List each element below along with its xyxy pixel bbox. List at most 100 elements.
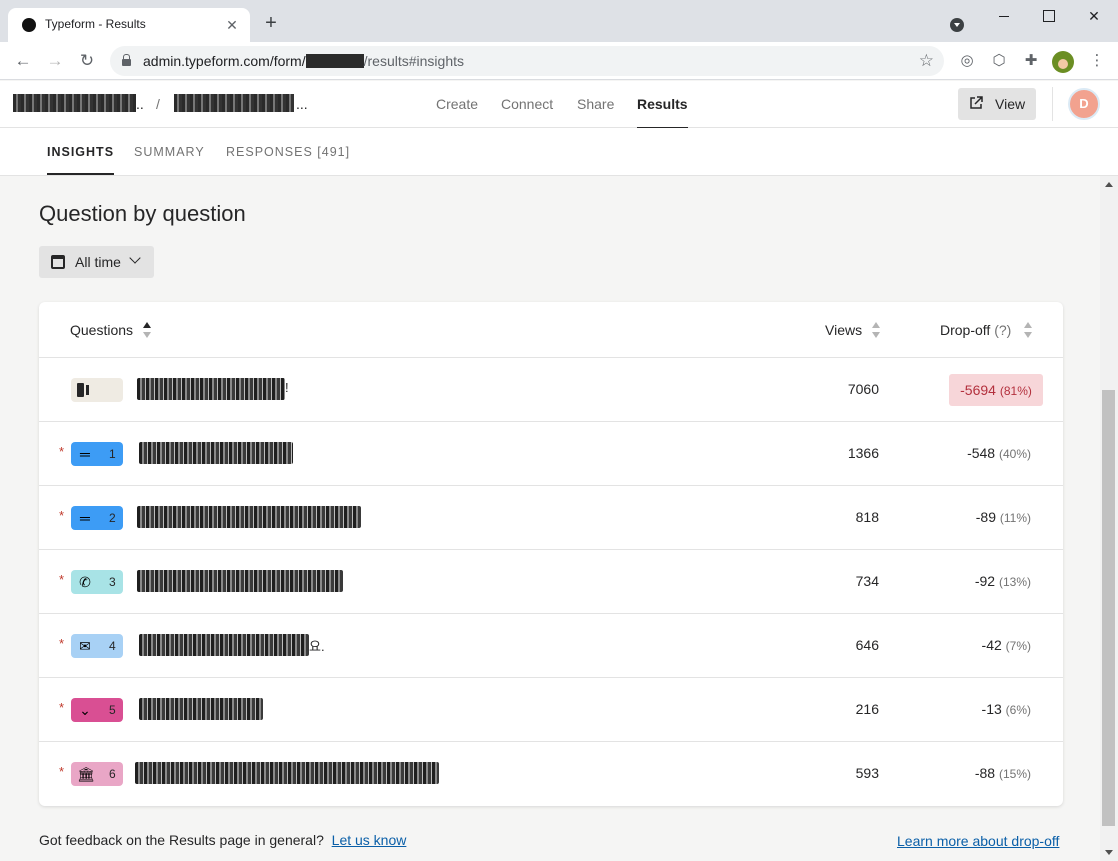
url-text: admin.typeform.com/form//results#insight… bbox=[143, 53, 464, 69]
scroll-up-arrow-icon[interactable] bbox=[1105, 182, 1113, 187]
question-text-redacted bbox=[139, 442, 293, 464]
required-marker: * bbox=[59, 444, 65, 459]
table-row[interactable]: * ═ 1 1366 -548 (40%) bbox=[39, 421, 1063, 485]
required-marker: * bbox=[59, 508, 65, 523]
page-scrollbar[interactable] bbox=[1100, 176, 1118, 861]
extensions-puzzle-icon[interactable]: ✚ bbox=[1020, 50, 1042, 72]
views-value: 593 bbox=[855, 765, 879, 781]
table-row[interactable]: * ⌄ 5 216 -13 (6%) bbox=[39, 677, 1063, 741]
short-text-icon: ═ bbox=[80, 446, 90, 462]
feedback-prompt: Got feedback on the Results page in gene… bbox=[39, 832, 324, 848]
question-number: 4 bbox=[109, 639, 116, 653]
scrollbar-thumb[interactable] bbox=[1102, 390, 1115, 826]
col-header-views[interactable]: Views bbox=[825, 322, 862, 338]
email-icon: ✉ bbox=[79, 638, 91, 654]
minimize-window-icon[interactable] bbox=[992, 6, 1016, 26]
question-type-badge: ⌄ 5 bbox=[71, 698, 123, 722]
question-text-redacted bbox=[137, 378, 285, 400]
views-value: 818 bbox=[855, 509, 879, 525]
date-filter-label: All time bbox=[75, 254, 121, 270]
browser-profile-avatar[interactable] bbox=[1052, 51, 1074, 73]
sort-dropoff-icon[interactable] bbox=[1023, 322, 1033, 340]
required-marker: * bbox=[59, 764, 65, 779]
browser-menu-icon[interactable]: ⋮ bbox=[1086, 50, 1108, 72]
forward-icon[interactable]: → bbox=[44, 50, 66, 72]
questions-table: Questions Views Drop-off (?) ! 7060 -569… bbox=[39, 302, 1063, 806]
external-link-icon bbox=[970, 96, 983, 109]
extension-hexagon-icon[interactable]: ⬡ bbox=[988, 50, 1010, 72]
view-button-label: View bbox=[995, 96, 1026, 112]
views-value: 216 bbox=[855, 701, 879, 717]
table-row[interactable]: * ═ 2 818 -89 (11%) bbox=[39, 485, 1063, 549]
maximize-window-icon[interactable] bbox=[1036, 6, 1060, 26]
dropoff-value: -42 (7%) bbox=[981, 637, 1031, 653]
learn-more-dropoff-link[interactable]: Learn more about drop-off bbox=[897, 833, 1059, 849]
question-number: 2 bbox=[109, 511, 116, 525]
table-row[interactable]: * 🏛 6 593 -88 (15%) bbox=[39, 741, 1063, 805]
url-redacted bbox=[305, 54, 364, 68]
lock-icon bbox=[122, 54, 131, 66]
feedback-text: Got feedback on the Results page in gene… bbox=[39, 832, 406, 848]
tab-summary[interactable]: SUMMARY bbox=[134, 145, 205, 159]
dropoff-value: -548 (40%) bbox=[967, 445, 1031, 461]
question-text-redacted bbox=[135, 762, 439, 784]
new-tab-icon[interactable]: + bbox=[260, 13, 282, 35]
dropoff-value: -5694 (81%) bbox=[949, 374, 1043, 406]
table-row[interactable]: * ✉ 4 요. 646 -42 (7%) bbox=[39, 613, 1063, 677]
form-breadcrumb-redacted[interactable] bbox=[174, 94, 294, 112]
phone-icon: ✆ bbox=[79, 574, 91, 590]
col-header-questions[interactable]: Questions bbox=[70, 322, 133, 338]
views-value: 7060 bbox=[847, 381, 879, 397]
sort-views-icon[interactable] bbox=[871, 322, 881, 340]
question-text-tail: ! bbox=[285, 380, 289, 395]
header-divider bbox=[1052, 87, 1053, 121]
short-text-icon: ═ bbox=[80, 510, 90, 526]
question-number: 6 bbox=[109, 767, 116, 781]
question-text-redacted bbox=[139, 634, 309, 656]
typeform-header: .. / ... Create Connect Share Results Vi… bbox=[0, 81, 1118, 129]
tab-responses[interactable]: RESPONSES [491] bbox=[226, 145, 350, 159]
views-value: 734 bbox=[855, 573, 879, 589]
address-bar[interactable]: admin.typeform.com/form//results#insight… bbox=[110, 46, 944, 76]
tab-search-icon[interactable] bbox=[950, 18, 964, 32]
required-marker: * bbox=[59, 636, 65, 651]
question-type-badge: ✆ 3 bbox=[71, 570, 123, 594]
nav-connect[interactable]: Connect bbox=[501, 96, 553, 112]
question-type-badge: ═ 2 bbox=[71, 506, 123, 530]
nav-results[interactable]: Results bbox=[637, 96, 688, 129]
views-value: 1366 bbox=[847, 445, 879, 461]
feedback-link[interactable]: Let us know bbox=[332, 832, 407, 848]
legal-icon: 🏛 bbox=[77, 766, 95, 782]
results-subtabs: INSIGHTS SUMMARY RESPONSES [491] bbox=[0, 128, 1118, 176]
welcome-screen-icon bbox=[77, 383, 91, 397]
nav-share[interactable]: Share bbox=[577, 96, 614, 112]
sort-questions-icon[interactable] bbox=[142, 322, 152, 340]
nav-create[interactable]: Create bbox=[436, 96, 478, 112]
chevron-down-icon bbox=[129, 252, 141, 264]
tab-insights[interactable]: INSIGHTS bbox=[47, 145, 115, 175]
required-marker: * bbox=[59, 572, 65, 587]
back-icon[interactable]: ← bbox=[12, 50, 34, 72]
dropoff-help-icon[interactable]: (?) bbox=[994, 322, 1011, 338]
workspace-breadcrumb-redacted[interactable] bbox=[13, 94, 136, 112]
workspace-breadcrumb-ellipsis: .. bbox=[136, 96, 144, 112]
table-row[interactable]: * ✆ 3 734 -92 (13%) bbox=[39, 549, 1063, 613]
question-text-redacted bbox=[137, 506, 361, 528]
date-filter-dropdown[interactable]: All time bbox=[39, 246, 154, 278]
reload-icon[interactable]: ↻ bbox=[76, 50, 98, 72]
table-row[interactable]: ! 7060 -5694 (81%) bbox=[39, 357, 1063, 421]
breadcrumb-separator: / bbox=[156, 96, 160, 112]
extension-globe-icon[interactable]: ◎ bbox=[956, 50, 978, 72]
browser-tab[interactable]: Typeform - Results ✕ bbox=[8, 8, 250, 42]
bookmark-star-icon[interactable]: ☆ bbox=[919, 51, 934, 71]
browser-tab-title: Typeform - Results bbox=[45, 17, 146, 31]
col-header-dropoff[interactable]: Drop-off (?) bbox=[940, 322, 1011, 338]
view-button[interactable]: View bbox=[958, 88, 1036, 120]
close-window-icon[interactable]: ✕ bbox=[1082, 6, 1106, 26]
user-avatar[interactable]: D bbox=[1068, 88, 1100, 120]
calendar-icon bbox=[51, 255, 65, 269]
question-number: 3 bbox=[109, 575, 116, 589]
views-value: 646 bbox=[855, 637, 879, 653]
close-tab-icon[interactable]: ✕ bbox=[222, 15, 242, 35]
scroll-down-arrow-icon[interactable] bbox=[1105, 850, 1113, 855]
